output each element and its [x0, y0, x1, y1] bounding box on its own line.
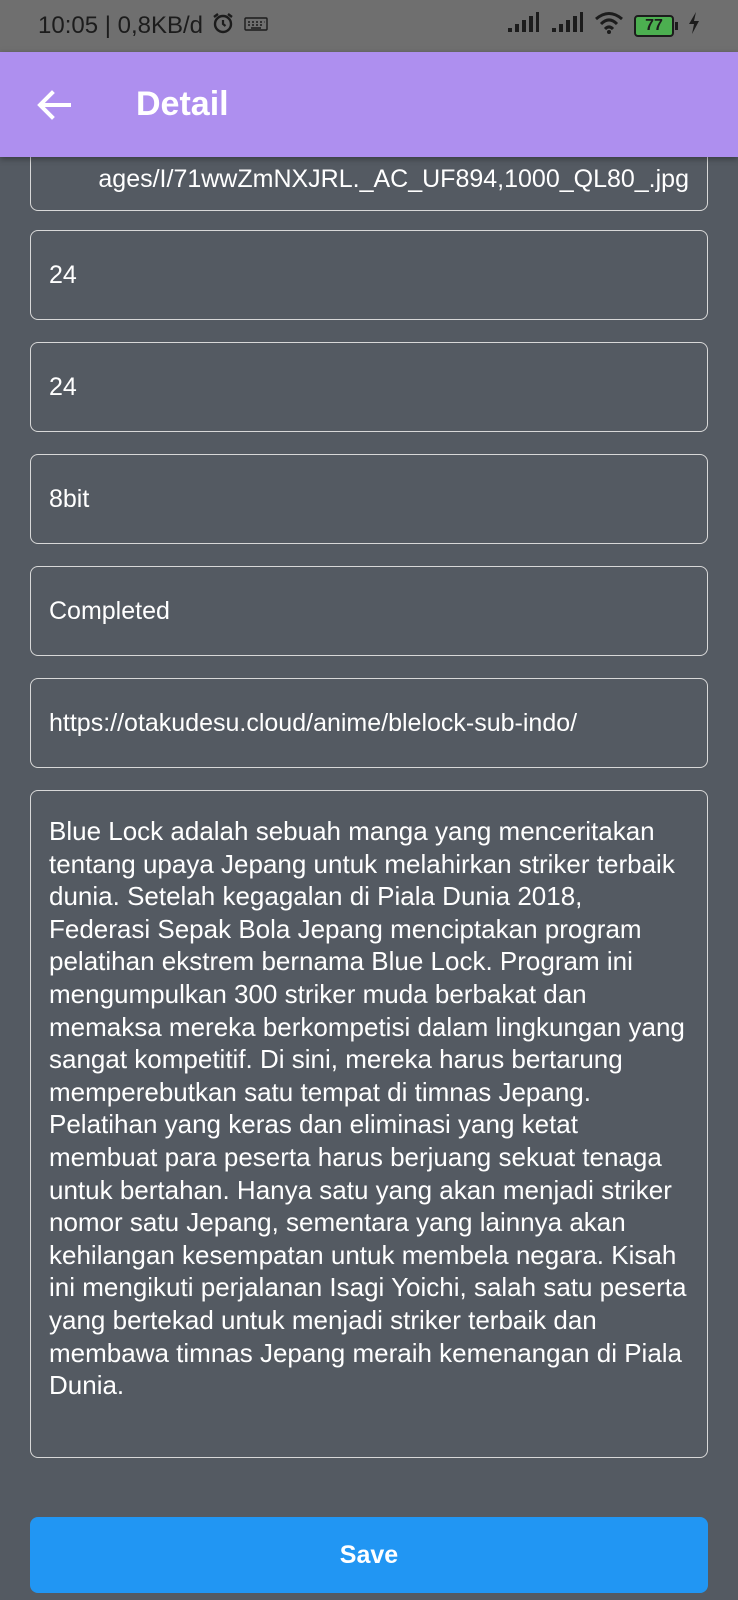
signal-icon-2	[550, 11, 584, 41]
number-field-2[interactable]: 24	[30, 342, 708, 432]
synopsis-value: Blue Lock adalah sebuah manga yang mence…	[49, 816, 687, 1401]
status-left: 10:05 | 0,8KB/d	[38, 11, 269, 42]
studio-value: 8bit	[49, 484, 90, 513]
arrow-left-icon	[37, 89, 71, 120]
battery-level: 77	[634, 15, 674, 37]
image-url-field[interactable]: ages/I/71wwZmNXJRL._AC_UF894,1000_QL80_.…	[30, 157, 708, 211]
status-value: Completed	[49, 596, 170, 625]
studio-field[interactable]: 8bit	[30, 454, 708, 544]
link-value: https://otakudesu.cloud/anime/blelock-su…	[49, 708, 578, 737]
page-title: Detail	[136, 85, 229, 123]
back-button[interactable]	[24, 75, 84, 135]
keyboard-icon	[243, 12, 269, 40]
image-url-value: ages/I/71wwZmNXJRL._AC_UF894,1000_QL80_.…	[98, 164, 689, 193]
signal-icon	[506, 11, 540, 41]
battery-icon: 77	[634, 15, 678, 37]
charging-icon	[688, 11, 700, 41]
synopsis-field[interactable]: Blue Lock adalah sebuah manga yang mence…	[30, 790, 708, 1458]
wifi-icon	[594, 11, 624, 42]
app-bar: Detail	[0, 52, 738, 157]
status-bar: 10:05 | 0,8KB/d 77	[0, 0, 738, 52]
status-field[interactable]: Completed	[30, 566, 708, 656]
detail-form: ages/I/71wwZmNXJRL._AC_UF894,1000_QL80_.…	[0, 157, 738, 1600]
alarm-icon	[211, 11, 235, 42]
number-field-1-value: 24	[49, 260, 77, 289]
number-field-1[interactable]: 24	[30, 230, 708, 320]
save-button[interactable]: Save	[30, 1517, 708, 1593]
link-field[interactable]: https://otakudesu.cloud/anime/blelock-su…	[30, 678, 708, 768]
number-field-2-value: 24	[49, 372, 77, 401]
status-right: 77	[506, 11, 700, 42]
status-time-speed: 10:05 | 0,8KB/d	[38, 12, 204, 39]
